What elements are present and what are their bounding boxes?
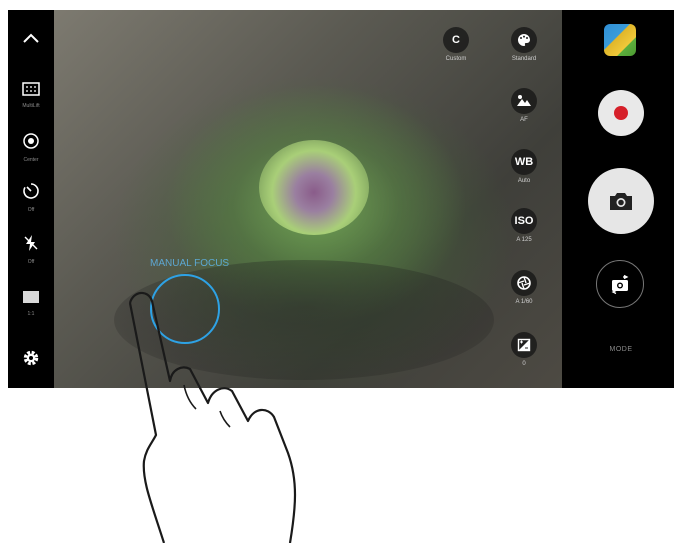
tone-control[interactable]: Standard — [502, 27, 546, 63]
iso-icon: ISO — [511, 208, 537, 234]
flash-button[interactable]: Off — [8, 234, 54, 265]
exposure-label: 0 — [522, 361, 526, 367]
exposure-control[interactable]: 0 — [502, 332, 546, 368]
custom-icon: C — [443, 27, 469, 53]
shutter-speed-label: A 1/60 — [515, 299, 533, 305]
picture-size-label: MultiLift — [22, 103, 40, 109]
metering-button[interactable]: Center — [8, 132, 54, 163]
ratio-label: 1:1 — [27, 311, 35, 317]
camera-icon — [610, 193, 632, 210]
tone-label: Standard — [511, 56, 537, 62]
aspect-ratio-icon — [8, 290, 54, 309]
ratio-button[interactable]: 1:1 — [8, 290, 54, 317]
settings-button[interactable] — [8, 348, 54, 373]
exposure-icon — [511, 332, 537, 358]
iso-label: A 125 — [516, 237, 532, 243]
flash-label: Off — [27, 259, 35, 265]
metering-icon — [8, 132, 54, 155]
custom-label: Custom — [445, 56, 467, 62]
focus-mode-label: MANUAL FOCUS — [150, 258, 230, 269]
record-button[interactable] — [598, 90, 644, 136]
focus-label: AF — [520, 117, 528, 123]
gear-icon — [8, 348, 54, 373]
mountain-flower-icon — [511, 88, 537, 114]
shutter-button[interactable] — [588, 168, 654, 234]
white-balance-control[interactable]: WB Auto — [502, 149, 546, 185]
custom-control[interactable]: C Custom — [434, 27, 478, 63]
timer-icon — [8, 182, 54, 205]
flash-off-icon — [8, 234, 54, 257]
iso-control[interactable]: ISO A 125 — [502, 208, 546, 244]
collapse-button[interactable] — [8, 30, 54, 48]
timer-button[interactable]: Off — [8, 182, 54, 213]
focus-control[interactable]: AF — [502, 88, 546, 124]
record-dot-icon — [614, 106, 628, 120]
aperture-icon — [511, 270, 537, 296]
picture-size-button[interactable]: MultiLift — [8, 82, 54, 109]
white-balance-icon: WB — [511, 149, 537, 175]
viewfinder-subject-center — [259, 140, 369, 235]
right-capture-bar: MODE — [562, 10, 674, 388]
white-balance-label: Auto — [517, 178, 531, 184]
pointing-hand-illustration — [128, 291, 297, 543]
gallery-thumbnail[interactable] — [604, 24, 636, 56]
switch-camera-button[interactable] — [596, 260, 644, 308]
left-settings-bar: MultiLift Center Off Off 1:1 — [8, 10, 54, 388]
palette-icon — [511, 27, 537, 53]
mode-label[interactable]: MODE — [596, 346, 646, 353]
chevron-up-icon — [8, 30, 54, 48]
switch-camera-icon — [611, 274, 629, 295]
grid-ratio-icon — [8, 82, 54, 101]
timer-label: Off — [27, 207, 35, 213]
shutter-speed-control[interactable]: A 1/60 — [502, 270, 546, 306]
metering-label: Center — [23, 157, 39, 163]
